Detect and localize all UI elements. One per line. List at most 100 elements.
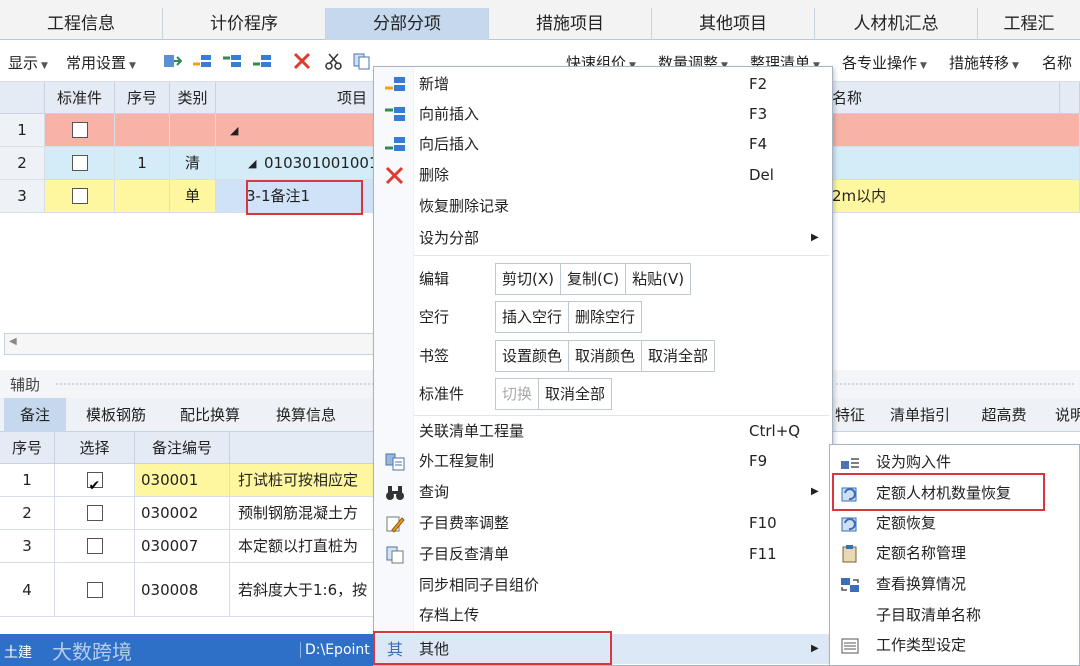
reverse-lookup-icon <box>386 546 404 564</box>
notes-header-select[interactable]: 选择 <box>55 432 135 464</box>
standard-part-checkbox-cell[interactable] <box>45 180 115 213</box>
checkbox[interactable] <box>71 121 88 138</box>
menu-item-insert-after[interactable]: 向后插入 F4 <box>374 129 832 159</box>
insert-after-icon[interactable] <box>252 52 272 70</box>
menu-item-add[interactable]: 新增 F2 <box>374 69 832 99</box>
notes-header-code[interactable]: 备注编号 <box>135 432 230 464</box>
type-cell: 清 <box>170 147 216 180</box>
name-menu[interactable]: 名称 <box>1042 52 1072 73</box>
seq-cell: 1 <box>115 147 170 180</box>
checkbox[interactable] <box>71 187 88 204</box>
checkbox-checked[interactable] <box>86 470 103 496</box>
tab-other-items[interactable]: 其他项目 <box>652 8 815 40</box>
cut-icon[interactable] <box>324 52 344 70</box>
column-header-item[interactable]: 项目 <box>216 82 374 114</box>
submenu-item-cancel-list-name[interactable]: 子目取清单名称 <box>830 600 1080 630</box>
aux-tab-high-rise-fee[interactable]: 超高费 <box>968 398 1040 432</box>
aux-tab-features[interactable]: 特征 <box>830 398 870 432</box>
notes-select-cell[interactable] <box>55 563 135 617</box>
menu-item-rate-adjust[interactable]: 子目费率调整 F10 <box>374 508 832 538</box>
column-header-name[interactable]: 名称 <box>832 82 1060 114</box>
menu-item-restore-deleted[interactable]: 恢复删除记录 <box>374 191 832 221</box>
menu-item-external-copy[interactable]: 外工程复制 F9 <box>374 446 832 476</box>
notes-select-cell[interactable] <box>55 497 135 530</box>
copy-button[interactable]: 复制(C) <box>561 264 627 294</box>
checkbox[interactable] <box>86 581 103 598</box>
code-cell[interactable]: ◢ 010301001001 <box>216 147 374 180</box>
menu-item-set-section[interactable]: 设为分部 ▶ <box>374 223 832 253</box>
notes-row-number: 1 <box>0 464 55 497</box>
notes-row-number: 4 <box>0 563 55 617</box>
insert-before-icon[interactable] <box>222 52 242 70</box>
delete-blank-row-button[interactable]: 删除空行 <box>569 302 641 332</box>
import-icon[interactable] <box>162 52 182 70</box>
submenu-item-restore-quota-qty[interactable]: 定额人材机数量恢复 <box>830 478 1080 508</box>
horizontal-scrollbar[interactable]: ◀ <box>4 333 374 355</box>
delete-icon <box>385 166 404 185</box>
specialty-ops-menu[interactable]: 各专业操作 ▼ <box>842 52 927 73</box>
aux-tab-description[interactable]: 说明 <box>1050 398 1080 432</box>
menu-item-delete[interactable]: 删除 Del <box>374 160 832 190</box>
type-cell: 单 <box>170 180 216 213</box>
notes-select-cell[interactable] <box>55 464 135 497</box>
checkbox[interactable] <box>86 537 103 554</box>
common-settings-menu[interactable]: 常用设置 ▼ <box>66 52 136 73</box>
aux-tab-mix-conversion[interactable]: 配比换算 <box>166 398 254 432</box>
submenu-item-set-purchase[interactable]: 设为购入件 <box>830 447 1080 477</box>
aux-tab-template-rebar[interactable]: 模板钢筋 <box>70 398 162 432</box>
standard-part-checkbox-cell[interactable] <box>45 114 115 147</box>
notes-row-number: 2 <box>0 497 55 530</box>
drag-grip[interactable] <box>835 382 1075 386</box>
other-submenu: 设为购入件 定额人材机数量恢复 定额恢复 定额名称管理 查看换算情况 子目取清单… <box>829 444 1080 666</box>
checkbox[interactable] <box>86 504 103 521</box>
tab-sub-items[interactable]: 分部分项 <box>326 8 489 40</box>
column-header-seq[interactable]: 序号 <box>115 82 170 114</box>
module-tab-bar: 工程信息 计价程序 分部分项 措施项目 其他项目 人材机汇总 工程汇 <box>0 0 1080 40</box>
delete-icon[interactable] <box>292 52 312 70</box>
menu-item-query[interactable]: 查询 ▶ <box>374 477 832 507</box>
measure-transfer-menu[interactable]: 措施转移 ▼ <box>949 52 1019 73</box>
notes-select-cell[interactable] <box>55 530 135 563</box>
notes-header-seq[interactable]: 序号 <box>0 432 55 464</box>
collapse-toggle-icon[interactable]: ◢ <box>248 147 256 179</box>
menu-item-sync-price[interactable]: 同步相同子目组价 <box>374 570 832 600</box>
tab-pricing-program[interactable]: 计价程序 <box>163 8 326 40</box>
submenu-arrow-icon: ▶ <box>811 643 819 654</box>
paste-button[interactable]: 粘贴(V) <box>626 264 690 294</box>
scroll-left-icon[interactable]: ◀ <box>9 336 17 347</box>
menu-item-archive-upload[interactable]: 存档上传 <box>374 600 832 630</box>
checkbox[interactable] <box>71 154 88 171</box>
set-color-button[interactable]: 设置颜色 <box>496 341 570 371</box>
display-menu[interactable]: 显示 ▼ <box>8 52 48 73</box>
expand-toggle-icon[interactable]: ◢ <box>216 114 374 147</box>
cancel-color-button[interactable]: 取消颜色 <box>569 341 643 371</box>
cancel-all-standard-button[interactable]: 取消全部 <box>539 379 611 409</box>
add-row-icon[interactable] <box>192 52 212 70</box>
standard-part-checkbox-cell[interactable] <box>45 147 115 180</box>
copy-icon[interactable] <box>352 52 372 70</box>
menu-item-other[interactable]: 其 其他 ▶ <box>374 634 832 664</box>
aux-tab-list-guide[interactable]: 清单指引 <box>876 398 964 432</box>
seq-cell <box>115 114 170 147</box>
tab-measures[interactable]: 措施项目 <box>489 8 652 40</box>
tab-material-summary[interactable]: 人材机汇总 <box>815 8 978 40</box>
menu-item-reverse-lookup[interactable]: 子目反查清单 F11 <box>374 539 832 569</box>
code-cell-selected[interactable]: 3-1备注1 <box>216 180 374 213</box>
aux-tab-conversion-info[interactable]: 换算信息 <box>258 398 354 432</box>
code-text: 3-1备注1 <box>246 187 311 205</box>
drag-grip[interactable] <box>55 382 373 386</box>
menu-item-link-qty[interactable]: 关联清单工程量 Ctrl+Q <box>374 416 832 446</box>
column-header-type[interactable]: 类别 <box>170 82 216 114</box>
column-header-standard[interactable]: 标准件 <box>45 82 115 114</box>
submenu-item-restore-quota[interactable]: 定额恢复 <box>830 508 1080 538</box>
menu-item-insert-before[interactable]: 向前插入 F3 <box>374 99 832 129</box>
tab-project-info[interactable]: 工程信息 <box>0 8 163 40</box>
submenu-item-view-conversion[interactable]: 查看换算情况 <box>830 569 1080 599</box>
aux-tab-notes[interactable]: 备注 <box>4 398 66 432</box>
submenu-item-work-type[interactable]: 工作类型设定 <box>830 630 1080 660</box>
cut-button[interactable]: 剪切(X) <box>496 264 561 294</box>
insert-blank-row-button[interactable]: 插入空行 <box>496 302 570 332</box>
cancel-all-bookmarks-button[interactable]: 取消全部 <box>642 341 714 371</box>
tab-project-summary[interactable]: 工程汇 <box>978 8 1080 40</box>
submenu-item-name-management[interactable]: 定额名称管理 <box>830 538 1080 568</box>
